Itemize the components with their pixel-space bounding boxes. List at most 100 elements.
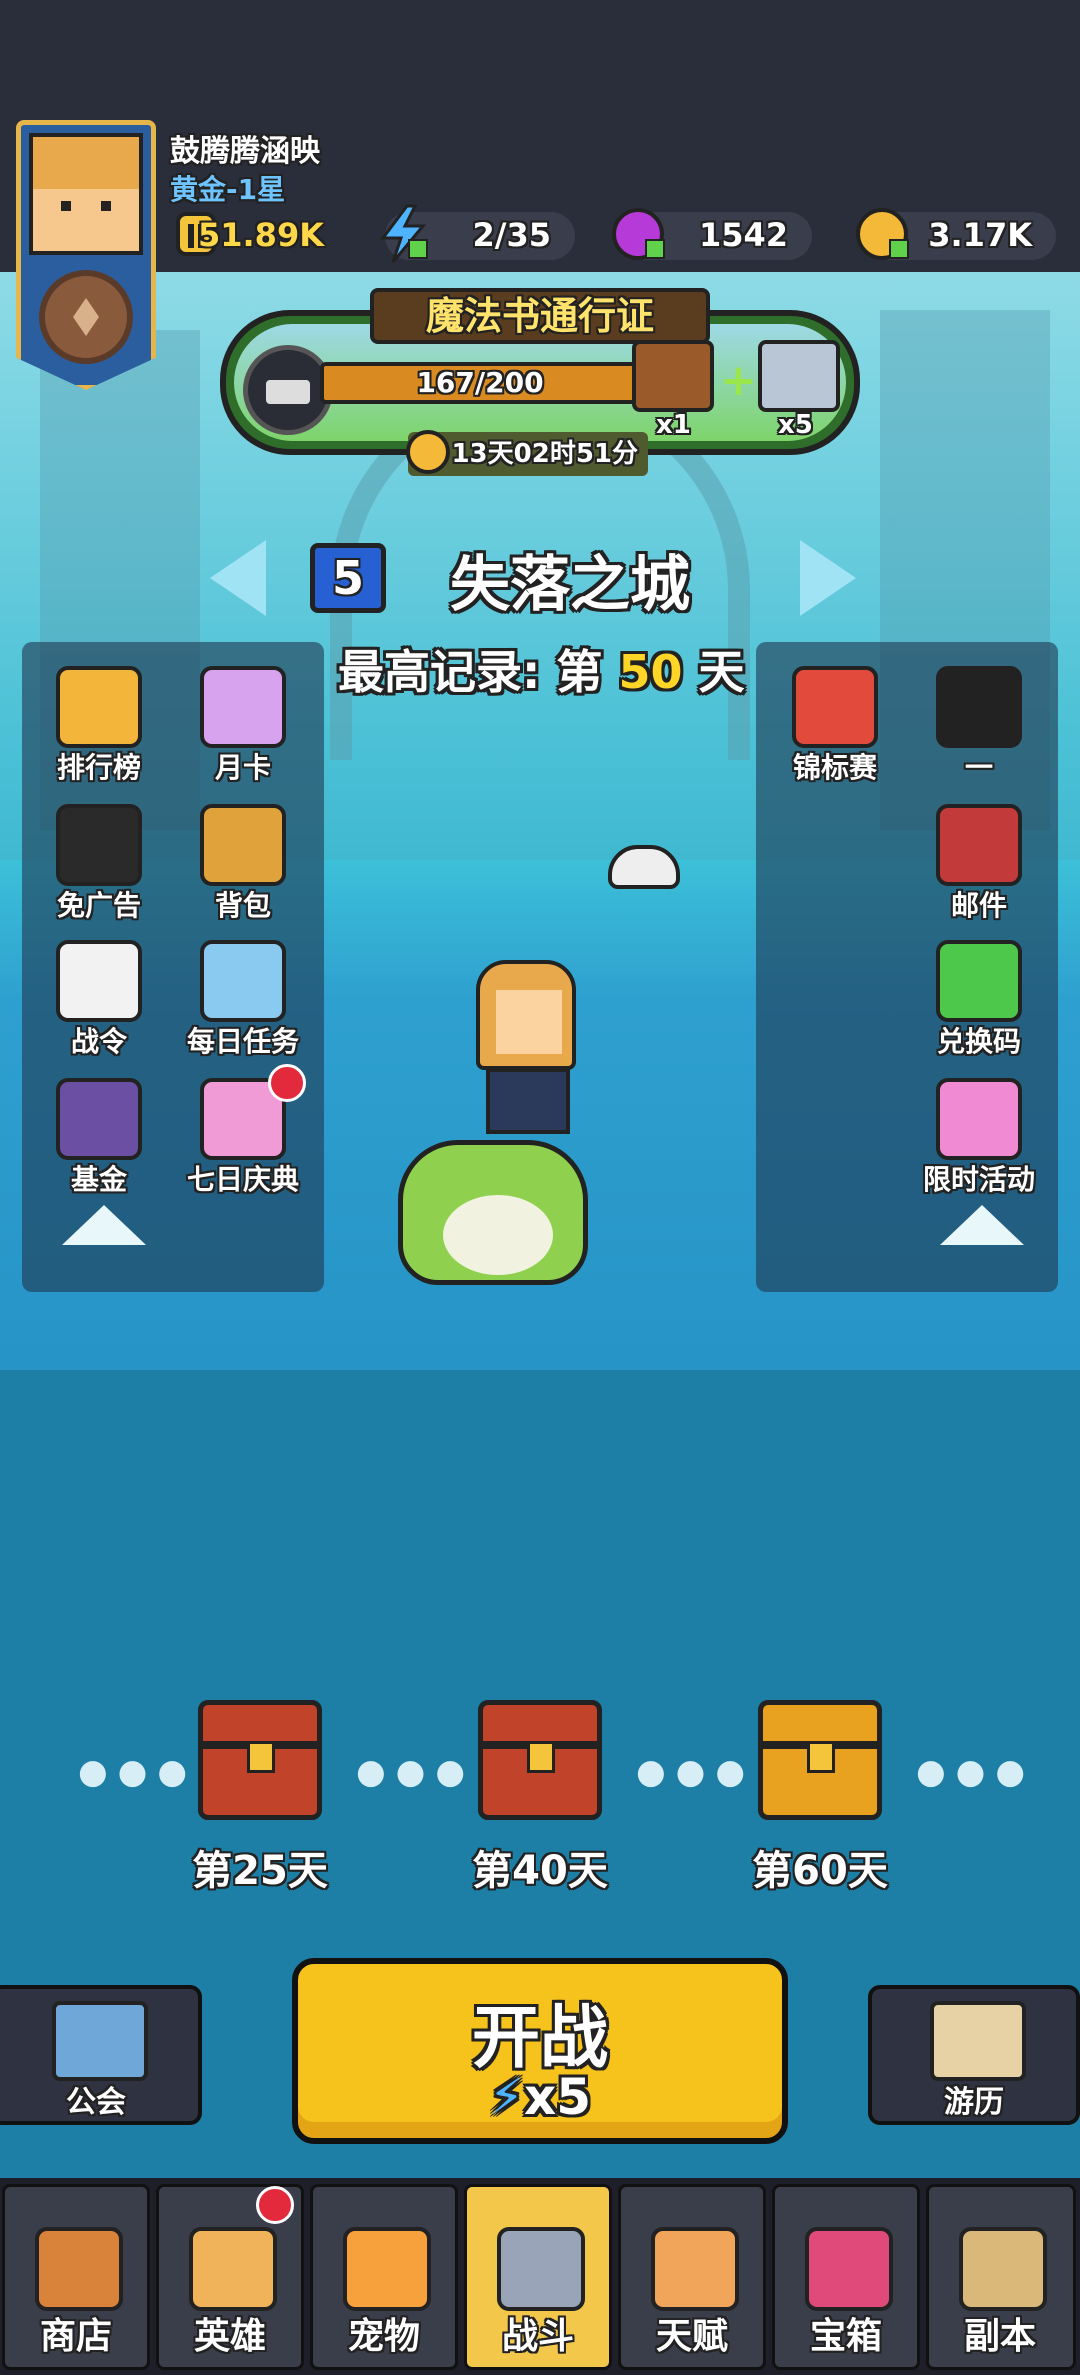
- monthly-card-icon: [200, 666, 286, 748]
- qq-button[interactable]: 一: [904, 660, 1054, 796]
- fund-button[interactable]: 基金: [24, 1072, 174, 1208]
- monthly-card-button[interactable]: 月卡: [168, 660, 318, 796]
- record-day: 50: [618, 645, 683, 699]
- guild-hall-icon: [52, 2001, 148, 2081]
- previous-stage-arrow[interactable]: [210, 540, 266, 616]
- leaderboard-banner-icon: [56, 666, 142, 748]
- power-display: 51.89K: [176, 212, 348, 260]
- tournament-label: 锦标赛: [792, 751, 877, 784]
- backpack-label: 背包: [214, 889, 271, 922]
- tab-dungeon-label: 副本: [963, 2316, 1036, 2357]
- backpack-button[interactable]: 背包: [168, 798, 318, 934]
- daily-task-button[interactable]: 每日任务: [168, 934, 318, 1070]
- chest-lock-icon: [527, 1741, 555, 1773]
- no-ads-label: 免广告: [56, 889, 141, 922]
- tab-pet[interactable]: 宠物: [310, 2184, 458, 2370]
- lightning-icon: [380, 204, 428, 263]
- milestone-chest-60[interactable]: [758, 1700, 882, 1820]
- redeem-code-label: 兑换码: [936, 1025, 1021, 1058]
- game-screen: 鼓腾腾涵映 黄金-1星 51.89K 2/35 1542 3.17K 魔法书通行…: [0, 0, 1080, 2375]
- mail-button[interactable]: 邮件: [904, 798, 1054, 934]
- no-ads-icon: [56, 804, 142, 886]
- energy-value: 2/35: [472, 216, 551, 254]
- map-scroll-icon: [959, 2227, 1047, 2311]
- fist-icon: [651, 2227, 739, 2311]
- gems-display[interactable]: 1542: [612, 208, 812, 260]
- reward2-count: x5: [778, 410, 813, 440]
- tab-dungeon[interactable]: 副本: [926, 2184, 1076, 2370]
- rank-medal-icon: [39, 270, 133, 364]
- power-value: 51.89K: [197, 216, 324, 254]
- tournament-button[interactable]: 锦标赛: [760, 660, 910, 796]
- treasure-chest-icon: [805, 2227, 893, 2311]
- battle-order-icon: [56, 940, 142, 1022]
- guild-button[interactable]: 公会: [0, 1985, 202, 2125]
- milestone-chest-40[interactable]: [478, 1700, 602, 1820]
- daily-task-icon: [200, 940, 286, 1022]
- progress-dots: ●●●: [78, 1752, 198, 1792]
- milestone-label-40: 第40天: [472, 1848, 608, 1894]
- best-record: 最高记录: 第 50 天: [338, 636, 744, 702]
- battle-label: 开战: [471, 1999, 608, 2078]
- gold-display[interactable]: 3.17K: [856, 208, 1056, 260]
- frog-mount: [398, 1140, 588, 1285]
- daily-task-label: 每日任务: [186, 1025, 299, 1058]
- penguin-icon: [936, 666, 1022, 748]
- battle-order-label: 战令: [70, 1025, 127, 1058]
- guild-label: 公会: [66, 2085, 126, 2120]
- reward1-count: x1: [656, 410, 691, 440]
- record-suffix: 天: [698, 645, 745, 699]
- tab-hero-label: 英雄: [193, 2316, 266, 2357]
- mushroom-icon: [792, 666, 878, 748]
- milestone-label-25: 第25天: [192, 1848, 328, 1894]
- seven-day-label: 七日庆典: [186, 1163, 299, 1196]
- gacha-machine-icon: [936, 1078, 1022, 1160]
- progress-dots: ●●●: [916, 1752, 1036, 1792]
- next-stage-arrow[interactable]: [800, 540, 856, 616]
- hero-character: [468, 960, 578, 1160]
- redeem-code-button[interactable]: 兑换码: [904, 934, 1054, 1070]
- crossed-swords-icon: [497, 2227, 585, 2311]
- vault-icon: [56, 1078, 142, 1160]
- milestone-label-60: 第60天: [752, 1848, 888, 1894]
- pass-title: 魔法书通行证: [370, 288, 710, 344]
- mail-label: 邮件: [950, 889, 1007, 922]
- collapse-left-panel-arrow[interactable]: [62, 1205, 146, 1245]
- hero-icon: [189, 2227, 277, 2311]
- silver-chest-reward-icon: [758, 340, 840, 412]
- battle-order-button[interactable]: 战令: [24, 934, 174, 1070]
- stopwatch-icon: [406, 430, 450, 474]
- energy-display[interactable]: 2/35: [380, 204, 575, 263]
- adventure-button[interactable]: 游历: [868, 1985, 1080, 2125]
- no-ads-button[interactable]: 免广告: [24, 798, 174, 934]
- pet-icon: [343, 2227, 431, 2311]
- milestone-chest-25[interactable]: [198, 1700, 322, 1820]
- tab-chest[interactable]: 宝箱: [772, 2184, 920, 2370]
- tab-battle-label: 战斗: [501, 2316, 574, 2357]
- tab-chest-label: 宝箱: [809, 2316, 882, 2357]
- purple-gem-icon: [612, 208, 665, 260]
- progress-dots: ●●●: [356, 1752, 476, 1792]
- lightning-icon: ⚡: [488, 2068, 525, 2126]
- backpack-icon: [200, 804, 286, 886]
- tab-pet-label: 宠物: [347, 2316, 420, 2357]
- player-avatar[interactable]: [16, 120, 156, 390]
- limited-event-label: 限时活动: [922, 1163, 1035, 1196]
- stage-number: 5: [310, 543, 386, 613]
- leaderboard-button[interactable]: 排行榜: [24, 660, 174, 796]
- limited-event-button[interactable]: 限时活动: [904, 1072, 1054, 1208]
- gems-value: 1542: [698, 216, 788, 254]
- tab-talent-label: 天赋: [655, 2316, 728, 2357]
- tab-shop-label: 商店: [39, 2316, 112, 2357]
- record-prefix: 最高记录: 第: [338, 645, 603, 699]
- mail-icon: [936, 804, 1022, 886]
- start-battle-button[interactable]: 开战 ⚡x5: [292, 1958, 788, 2144]
- treasure-map-icon: [930, 2001, 1026, 2081]
- player-name: 鼓腾腾涵映: [170, 134, 320, 169]
- tab-talent[interactable]: 天赋: [618, 2184, 766, 2370]
- tab-shop[interactable]: 商店: [2, 2184, 150, 2370]
- tab-battle[interactable]: 战斗: [464, 2184, 612, 2370]
- collapse-right-panel-arrow[interactable]: [940, 1205, 1024, 1245]
- monthly-card-label: 月卡: [214, 751, 271, 784]
- player-rank: 黄金-1星: [170, 173, 286, 206]
